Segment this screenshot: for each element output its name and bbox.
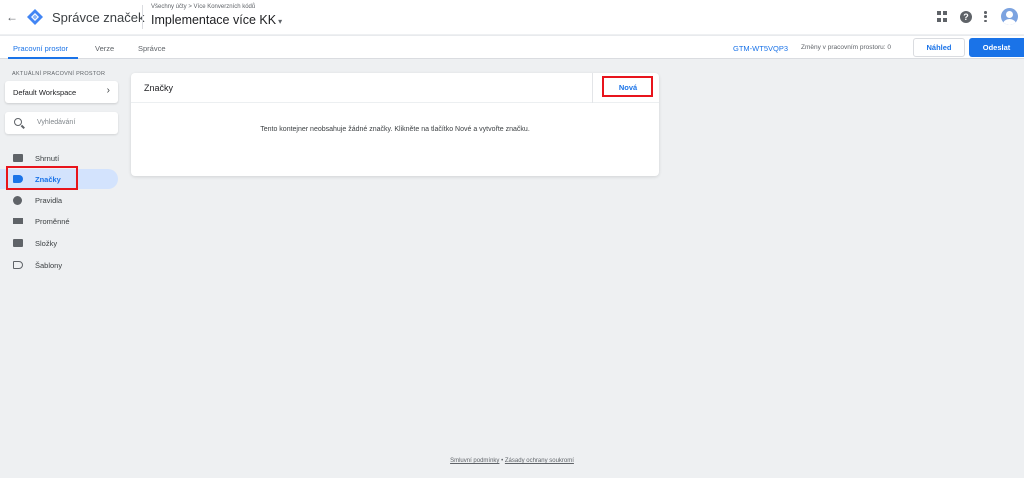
gtm-logo-icon (27, 9, 43, 25)
privacy-link[interactable]: Zásady ochrany soukromí (505, 458, 574, 464)
app-header: ← Správce značek Všechny účty > Více Kon… (0, 0, 1024, 34)
sidebar-item-label: Složky (35, 239, 58, 248)
submit-button[interactable]: Odeslat (969, 38, 1024, 57)
workspace-tabbar: Pracovní prostor Verze Správce GTM-WT5VQ… (0, 35, 1024, 59)
app-title: Správce značek (52, 10, 145, 25)
back-arrow-icon[interactable]: ← (5, 10, 19, 24)
folder-icon (13, 239, 23, 247)
tags-card: Značky Nová Tento kontejner neobsahuje ž… (131, 73, 659, 176)
trigger-icon (13, 196, 22, 205)
sidebar-item-summary[interactable]: Shrnutí (0, 148, 118, 168)
sidebar-item-variables[interactable]: Proměnné (0, 211, 118, 231)
breadcrumb[interactable]: Všechny účty > Více Konverzních kódů (151, 4, 255, 10)
container-switcher[interactable]: Implementace více KK ▾ (151, 13, 282, 27)
active-tab-indicator (8, 57, 78, 59)
sidebar-item-templates[interactable]: Šablony (0, 255, 118, 275)
footer: Smluvní podmínky • Zásady ochrany soukro… (0, 458, 1024, 464)
terms-link[interactable]: Smluvní podmínky (450, 458, 499, 464)
empty-state-message: Tento kontejner neobsahuje žádné značky.… (260, 126, 530, 133)
container-id[interactable]: GTM-WT5VQP3 (733, 44, 788, 53)
chevron-right-icon: › (106, 85, 110, 96)
variables-icon (13, 218, 23, 224)
workspace-name: Default Workspace (13, 88, 77, 97)
card-title: Značky (144, 83, 174, 93)
template-icon (13, 261, 23, 269)
workspace-changes: Změny v pracovním prostoru: 0 (801, 44, 891, 51)
preview-button[interactable]: Náhled (913, 38, 965, 57)
sidebar-item-folders[interactable]: Složky (0, 233, 118, 253)
sidebar-item-label: Pravidla (35, 196, 63, 205)
tab-versions[interactable]: Verze (95, 44, 114, 53)
highlight-box-tags (6, 166, 78, 190)
tab-admin[interactable]: Správce (138, 44, 166, 53)
card-header: Značky Nová (131, 73, 659, 103)
help-icon[interactable]: ? (960, 11, 972, 23)
sidebar-item-label: Proměnné (35, 217, 70, 226)
apps-grid-icon[interactable] (937, 11, 949, 23)
more-vert-icon[interactable] (984, 11, 988, 22)
search-input[interactable]: Vyhledávání (5, 112, 118, 134)
avatar[interactable] (1001, 8, 1018, 25)
header-divider (142, 5, 143, 29)
sidebar-item-triggers[interactable]: Pravidla (0, 190, 118, 210)
sidebar-item-label: Shrnutí (35, 154, 60, 163)
caret-down-icon: ▾ (278, 17, 283, 26)
footer-separator: • (501, 458, 504, 464)
sidebar-item-label: Šablony (35, 261, 63, 270)
highlight-box-new (602, 76, 653, 97)
search-icon (14, 118, 22, 126)
summary-icon (13, 154, 23, 162)
workspace-selector[interactable]: Default Workspace › (5, 81, 118, 103)
tab-workspace[interactable]: Pracovní prostor (13, 44, 68, 53)
workspace-label: AKTUÁLNÍ PRACOVNÍ PROSTOR (12, 71, 106, 77)
container-name: Implementace více KK (151, 13, 277, 27)
search-placeholder: Vyhledávání (37, 119, 76, 126)
header-divider (592, 73, 593, 103)
